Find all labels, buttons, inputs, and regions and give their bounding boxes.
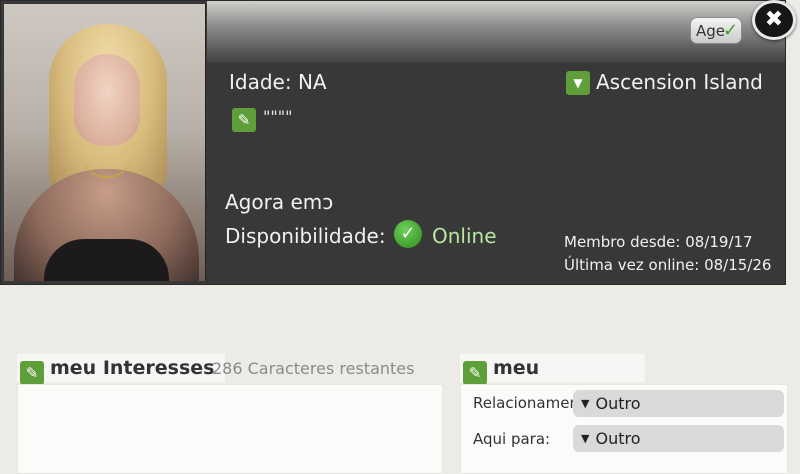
here-for-select[interactable]: ▼ Outro bbox=[573, 425, 784, 452]
pencil-icon[interactable]: ✎ bbox=[232, 108, 256, 132]
agora-em-text: Agora emɔ bbox=[225, 190, 334, 214]
relationship-label: Relacionamento bbox=[473, 394, 573, 412]
interests-title-text: meu Interesses bbox=[50, 357, 215, 379]
interests-textarea[interactable] bbox=[17, 384, 443, 474]
location-text: Ascension Island bbox=[596, 70, 763, 94]
age-verified-badge[interactable]: Age✓ bbox=[690, 17, 742, 44]
caret-down-icon: ▼ bbox=[566, 71, 590, 95]
photo-garment bbox=[44, 239, 169, 281]
relationship-select[interactable]: ▼ Outro bbox=[573, 390, 784, 417]
relationship-value: Outro bbox=[595, 394, 641, 413]
characters-remaining: 286 Caracteres restantes bbox=[212, 359, 415, 378]
close-button[interactable]: ✖ bbox=[752, 0, 796, 40]
age-text: Idade: NA bbox=[229, 70, 327, 94]
member-since-text: Membro desde: 08/19/17 bbox=[564, 233, 753, 251]
location-dropdown[interactable]: ▼ Ascension Island bbox=[566, 70, 763, 95]
close-icon: ✖ bbox=[764, 7, 784, 32]
caret-down-icon: ▼ bbox=[581, 432, 590, 445]
here-for-value: Outro bbox=[595, 429, 641, 448]
interests-section-title: ✎ meu Interesses bbox=[17, 354, 225, 385]
pencil-icon[interactable]: ✎ bbox=[20, 361, 44, 385]
last-online-text: Última vez online: 08/15/26 bbox=[564, 256, 772, 274]
pencil-icon[interactable]: ✎ bbox=[463, 361, 487, 385]
headline-text: """" bbox=[263, 107, 293, 126]
here-for-label: Aqui para: bbox=[473, 430, 551, 448]
check-icon: ✓ bbox=[723, 20, 739, 41]
photo-face bbox=[74, 54, 140, 146]
profile-page: Age✓ ✖ Idade: NA ✎ """" ▼ Ascension Islan… bbox=[0, 0, 800, 474]
age-badge-label: Age bbox=[696, 22, 726, 40]
affinity-section-title: ✎meu afinidade bbox=[460, 354, 645, 410]
availability-label: Disponibilidade: bbox=[225, 224, 386, 248]
online-status: Online bbox=[432, 224, 497, 248]
caret-down-icon: ▼ bbox=[581, 397, 590, 410]
check-icon: ✓ bbox=[394, 220, 422, 248]
profile-photo[interactable] bbox=[4, 4, 206, 281]
